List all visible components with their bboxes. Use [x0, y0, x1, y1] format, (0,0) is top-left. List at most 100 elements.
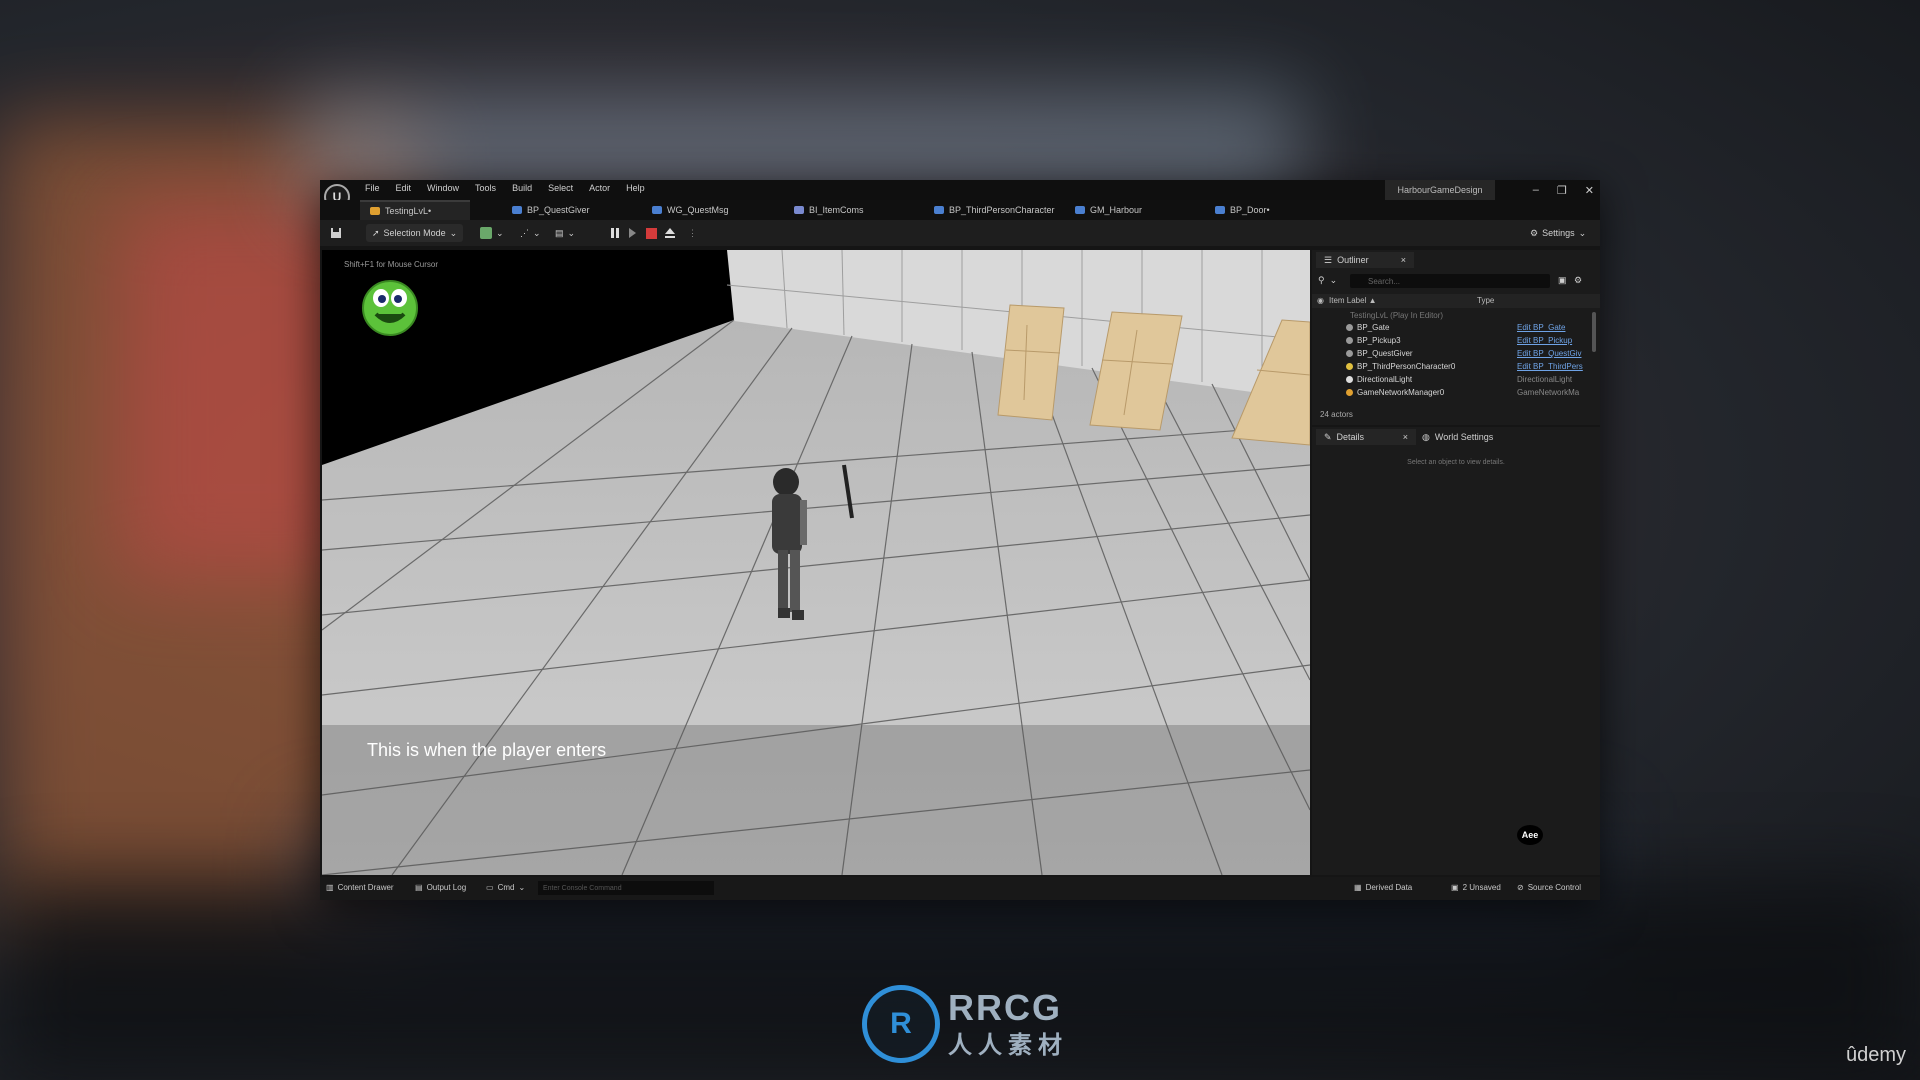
- minimize-button[interactable]: –: [1533, 184, 1539, 197]
- selection-mode-dropdown[interactable]: ➚ Selection Mode ⌄: [366, 224, 464, 242]
- menu-actor[interactable]: Actor: [589, 183, 610, 193]
- root-label: TestingLvL (Play In Editor): [1350, 311, 1444, 320]
- actor-count: 24 actors: [1320, 410, 1353, 419]
- row-label: GameNetworkManager0: [1357, 388, 1445, 397]
- output-log-button[interactable]: ▤ Output Log: [415, 883, 466, 892]
- menu-file[interactable]: File: [365, 183, 380, 193]
- menu-select[interactable]: Select: [548, 183, 573, 193]
- close-icon[interactable]: ×: [1403, 432, 1408, 442]
- outliner-row[interactable]: BP_ThirdPersonCharacter0 Edit BP_ThirdPe…: [1312, 360, 1590, 373]
- derived-data-button[interactable]: ▦ Derived Data: [1354, 883, 1412, 892]
- tab-bp-door[interactable]: BP_Door•: [1215, 200, 1270, 220]
- settings-button[interactable]: ⚙ Settings ⌄: [1530, 224, 1586, 242]
- outliner-row[interactable]: GameNetworkManager0 GameNetworkMa: [1312, 386, 1590, 399]
- outliner-row[interactable]: BP_Gate Edit BP_Gate: [1312, 321, 1590, 334]
- edit-blueprint-link[interactable]: Edit BP_Pickup: [1517, 336, 1572, 345]
- tab-wg-questmsg[interactable]: WG_QuestMsg: [652, 200, 729, 220]
- title-bar: File Edit Window Tools Build Select Acto…: [320, 180, 1600, 200]
- light-icon: [1346, 376, 1353, 383]
- outliner-scrollbar[interactable]: [1592, 312, 1596, 352]
- outliner-header: ◉ Item Label ▲ Type: [1312, 294, 1600, 308]
- selection-mode-label: Selection Mode: [383, 228, 446, 238]
- column-item-label[interactable]: Item Label ▲: [1329, 296, 1377, 305]
- eject-button[interactable]: [664, 224, 676, 242]
- watermark-brand-sub: 人人素材: [948, 1032, 1068, 1059]
- add-actor-button[interactable]: ⌄: [480, 224, 504, 242]
- eye-icon[interactable]: ◉: [1317, 296, 1324, 305]
- edit-blueprint-link[interactable]: Edit BP_ThirdPers: [1517, 362, 1583, 371]
- content-drawer-button[interactable]: ▥ Content Drawer: [326, 883, 394, 892]
- actor-icon: [1346, 389, 1353, 396]
- more-vertical-icon: ⋮: [688, 227, 697, 238]
- tab-testinglvl[interactable]: TestingLvL•: [360, 200, 470, 220]
- status-bar: ▥ Content Drawer ▤ Output Log ▭ Cmd ⌄ En…: [320, 877, 1600, 900]
- gear-icon: ⚙: [1530, 227, 1539, 238]
- maximize-button[interactable]: ❐: [1557, 184, 1567, 197]
- tab-world-settings[interactable]: ◍ World Settings: [1422, 429, 1493, 445]
- tab-bi-itemcoms[interactable]: BI_ItemComs: [794, 200, 864, 220]
- tab-outliner[interactable]: ☰ Outliner ×: [1316, 252, 1414, 268]
- list-icon: ☰: [1324, 254, 1333, 265]
- chevron-down-icon: ⌄: [533, 227, 541, 238]
- column-type[interactable]: Type: [1477, 296, 1494, 305]
- unsaved-label: 2 Unsaved: [1462, 883, 1501, 892]
- menu-window[interactable]: Window: [427, 183, 459, 193]
- step-button[interactable]: [628, 224, 638, 242]
- menu-help[interactable]: Help: [626, 183, 645, 193]
- tab-bp-questgiver[interactable]: BP_QuestGiver: [512, 200, 590, 220]
- tab-label: BP_QuestGiver: [527, 205, 590, 215]
- settings-label: Settings: [1542, 228, 1575, 238]
- cursor-icon: ➚: [372, 227, 380, 238]
- gamemode-icon: [1075, 206, 1085, 214]
- row-type: DirectionalLight: [1517, 375, 1573, 384]
- level-viewport[interactable]: Shift+F1 for Mouse Cursor This is when t…: [322, 250, 1310, 875]
- tab-gm-harbour[interactable]: GM_Harbour: [1075, 200, 1142, 220]
- mouse-cursor-hint: Shift+F1 for Mouse Cursor: [344, 260, 439, 269]
- outliner-settings-button[interactable]: ⚙: [1574, 272, 1582, 288]
- outliner-row[interactable]: BP_Pickup3 Edit BP_Pickup: [1312, 334, 1590, 347]
- pause-button[interactable]: [610, 224, 620, 242]
- close-button[interactable]: ✕: [1585, 184, 1594, 197]
- document-tab-bar: TestingLvL• BP_QuestGiver WG_QuestMsg BI…: [320, 200, 1600, 220]
- stop-button[interactable]: [646, 224, 657, 242]
- row-type: GameNetworkMa: [1517, 388, 1580, 397]
- more-options-button[interactable]: ⋮: [688, 224, 697, 242]
- filter-button[interactable]: ⚲ ⌄: [1318, 272, 1337, 288]
- source-control-button[interactable]: ⊘ Source Control: [1517, 883, 1581, 892]
- tab-label: GM_Harbour: [1090, 205, 1143, 215]
- blueprint-menu-button[interactable]: ⋰ ⌄: [520, 224, 541, 242]
- save-icon: [331, 228, 341, 238]
- outliner-row[interactable]: DirectionalLight DirectionalLight: [1312, 373, 1590, 386]
- overlay-badge: Aee: [1517, 825, 1543, 845]
- edit-blueprint-link[interactable]: Edit BP_QuestGiv: [1517, 349, 1581, 358]
- globe-icon: ◍: [1422, 431, 1430, 442]
- chevron-down-icon: ⌄: [567, 227, 576, 238]
- watermark-brand: RRCG: [948, 987, 1062, 1028]
- edit-blueprint-link[interactable]: Edit BP_Gate: [1517, 323, 1565, 332]
- menu-tools[interactable]: Tools: [475, 183, 496, 193]
- close-icon[interactable]: ×: [1401, 255, 1406, 265]
- outliner-search-input[interactable]: Search...: [1350, 274, 1550, 288]
- row-label: BP_Pickup3: [1357, 336, 1401, 345]
- tab-details[interactable]: ✎ Details ×: [1316, 429, 1416, 445]
- menu-build[interactable]: Build: [512, 183, 532, 193]
- cmd-dropdown[interactable]: ▭ Cmd ⌄: [486, 883, 525, 892]
- add-folder-button[interactable]: ▣: [1558, 272, 1567, 288]
- cmd-label: Cmd: [497, 883, 515, 892]
- menu-edit[interactable]: Edit: [396, 183, 412, 193]
- pencil-icon: ✎: [1324, 431, 1332, 442]
- eject-icon: [665, 228, 675, 238]
- add-actor-icon: [480, 227, 492, 239]
- step-icon: [629, 228, 636, 238]
- unsaved-button[interactable]: ▣ 2 Unsaved: [1451, 883, 1501, 892]
- udemy-logo: ûdemy: [1845, 1044, 1906, 1066]
- cinematics-button[interactable]: ▤ ⌄: [555, 224, 575, 242]
- quest-giver-face-icon: [362, 280, 418, 336]
- outliner-row[interactable]: BP_QuestGiver Edit BP_QuestGiv: [1312, 347, 1590, 360]
- tab-bp-thirdpersoncharacter[interactable]: BP_ThirdPersonCharacter: [934, 200, 1055, 220]
- window-controls: – ❐ ✕: [1533, 184, 1594, 197]
- content-drawer-label: Content Drawer: [337, 883, 394, 892]
- console-command-input[interactable]: Enter Console Command: [538, 881, 714, 895]
- database-icon: ▦: [1354, 883, 1362, 892]
- save-button[interactable]: [330, 224, 342, 242]
